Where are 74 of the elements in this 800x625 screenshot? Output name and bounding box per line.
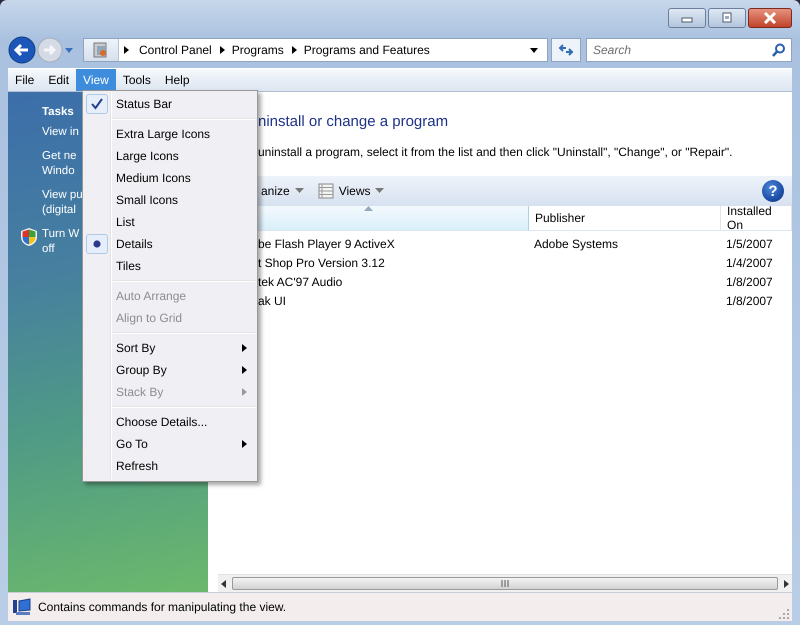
table-cell: be Flash Player 9 ActiveX <box>258 236 395 250</box>
menu-item[interactable]: List <box>83 211 257 233</box>
table-cell: Adobe Systems <box>534 236 618 250</box>
close-button[interactable] <box>748 8 792 28</box>
maximize-icon <box>720 12 734 24</box>
sort-arrow-icon <box>364 206 372 211</box>
dropdown-icon[interactable] <box>529 46 539 54</box>
table-cell: 1/5/2007 <box>726 236 773 250</box>
breadcrumb[interactable]: Control Panel <box>133 43 218 57</box>
menu-item[interactable]: Sort By <box>83 337 257 359</box>
grip-icon <box>501 580 509 587</box>
table-cell: 1/4/2007 <box>726 256 773 270</box>
menu-item: Auto Arrange <box>115 288 188 305</box>
shield-icon <box>20 227 38 247</box>
refresh-button[interactable] <box>551 38 581 62</box>
menu-item[interactable]: Choose Details... <box>83 411 257 433</box>
table-cell: 1/8/2007 <box>726 294 773 308</box>
chevron-icon <box>290 45 298 55</box>
caret-icon <box>375 188 384 194</box>
submenu-arrow-icon <box>242 344 247 352</box>
submenu-arrow-icon <box>242 440 247 448</box>
maximize-button[interactable] <box>708 8 746 28</box>
menu-item[interactable]: Edit <box>41 69 76 91</box>
table-cell: t Shop Pro Version 3.12 <box>258 256 385 270</box>
menu-item[interactable]: Go To <box>83 433 257 455</box>
menu-item[interactable]: Group By <box>83 359 257 381</box>
chevron-icon <box>218 45 226 55</box>
table-cell: ak UI <box>258 294 286 308</box>
scrollbar-thumb[interactable] <box>232 577 778 590</box>
help-button[interactable]: ? <box>762 180 784 202</box>
computer-icon <box>12 598 32 616</box>
menu-item[interactable]: Help <box>158 69 197 91</box>
menu-item[interactable]: Medium Icons <box>83 167 257 189</box>
minimize-button[interactable] <box>668 8 706 28</box>
table-cell: 1/8/2007 <box>726 274 773 288</box>
task-link[interactable]: Get ne Windo <box>42 149 77 179</box>
resize-grip-icon <box>779 609 789 619</box>
menu-item[interactable]: Large Icons <box>83 145 257 167</box>
toolbar-button[interactable]: Views <box>314 179 388 203</box>
menu-item[interactable]: Tools <box>116 69 158 91</box>
breadcrumb[interactable]: Programs <box>226 43 290 57</box>
menu-item: Stack By <box>83 381 257 403</box>
menu-item[interactable]: Refresh <box>83 455 257 477</box>
menu-item[interactable]: File <box>8 69 42 91</box>
toolbar-button[interactable]: anize <box>258 179 307 203</box>
task-link[interactable]: View pu (digital <box>42 188 83 218</box>
task-link[interactable]: Turn W off <box>42 227 80 257</box>
caret-icon[interactable] <box>64 46 74 54</box>
search-field[interactable]: Search <box>586 38 792 62</box>
column-header[interactable]: Installed On <box>721 206 792 230</box>
address-field[interactable]: Control Panel Programs Programs and Features <box>83 38 548 62</box>
menu-item[interactable]: Details <box>83 233 257 255</box>
views-icon <box>318 183 334 199</box>
refresh-icon <box>558 43 574 57</box>
page-title: ninstall or change a program <box>258 113 450 132</box>
chevron-icon <box>122 45 130 55</box>
table-cell: tek AC'97 Audio <box>258 274 342 288</box>
page-description: uninstall a program, select it from the list and then click "Uninstall", "Change", or "Repair". <box>258 145 734 159</box>
caret-icon <box>294 188 304 194</box>
breadcrumb[interactable]: Programs and Features <box>298 43 436 57</box>
menu-item: Align to Grid <box>115 310 184 327</box>
submenu-arrow-icon <box>242 366 247 374</box>
task-link[interactable]: View in <box>42 125 79 140</box>
menu-item[interactable]: Small Icons <box>83 189 257 211</box>
menu-item[interactable]: Status Bar <box>83 93 257 115</box>
status-text: Contains commands for manipulating the view. <box>38 600 286 614</box>
back-icon[interactable] <box>8 36 36 64</box>
menu-item[interactable]: Tiles <box>83 255 257 277</box>
close-icon <box>763 12 777 24</box>
submenu-arrow-icon <box>242 388 247 396</box>
search-icon <box>772 43 786 57</box>
column-header[interactable]: Publisher <box>529 206 721 230</box>
sidebar-heading: Tasks <box>42 106 75 118</box>
menu-item[interactable]: Extra Large Icons <box>83 123 257 145</box>
